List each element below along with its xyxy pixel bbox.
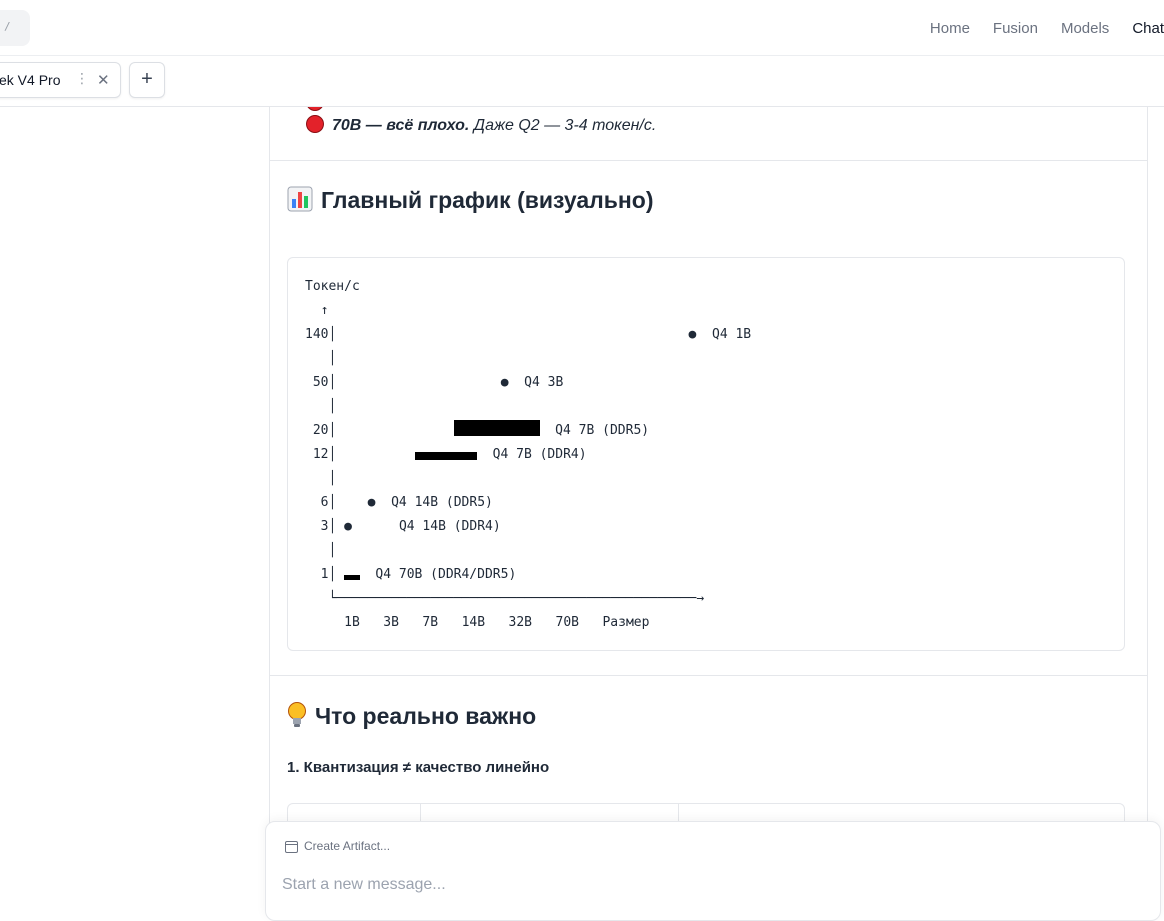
x-tick-label: 70B (555, 615, 579, 630)
chart-row: 12│ Q4 7B (DDR4) (305, 443, 751, 467)
create-artifact-button[interactable]: Create Artifact... (285, 839, 390, 853)
tab-close-icon[interactable]: ✕ (97, 71, 110, 89)
red-circle-icon (306, 115, 324, 133)
top-nav: Home Fusion Models Chat (907, 0, 1164, 56)
subheading-quantization: 1. Квантизация ≠ качество линейно (287, 759, 550, 776)
data-label: Q4 14B (DDR5) (391, 495, 493, 510)
list-item-70b: 70B — всё плохо. Даже Q2 — 3-4 токен/с. (306, 115, 656, 135)
divider (270, 160, 1147, 161)
nav-chat-link[interactable]: Chat (1132, 20, 1164, 37)
data-label: Q4 7B (DDR5) (555, 423, 650, 438)
bar-chart-icon (287, 186, 313, 212)
message-input[interactable] (282, 876, 1122, 894)
code-block: Токен/с ↑ 140│ ● Q4 1B │ 50│ ● Q4 3B │ 20… (287, 257, 1125, 651)
chart-row: 3│ ● Q4 14B (DDR4) (305, 515, 751, 539)
tab-chat[interactable]: ek V4 Pro ⋮ ✕ (0, 62, 121, 98)
data-label: Q4 1B (712, 327, 752, 342)
artifact-icon (285, 841, 298, 853)
y-axis-arrow: ↑ (305, 303, 329, 318)
y-tick-label: 20│ (305, 423, 337, 438)
y-axis-line: │ (305, 543, 337, 558)
x-tick-label: Размер (602, 615, 650, 630)
y-axis-line: │ (305, 399, 337, 414)
chart-row: 140│ ● Q4 1B (305, 323, 751, 347)
data-bar (344, 575, 360, 580)
data-label: Q4 3B (524, 375, 564, 390)
tab-menu-icon[interactable]: ⋮ (75, 70, 89, 87)
chart-row: 50│ ● Q4 3B (305, 371, 751, 395)
data-point: ● (367, 495, 376, 510)
verdict-detail: Даже Q2 — 3-4 токен/с. (469, 117, 657, 134)
divider (270, 675, 1147, 676)
data-bar (453, 420, 540, 436)
y-tick-label: 3│ (305, 519, 337, 534)
data-point: ● (500, 375, 509, 390)
chat-message-panel: 70B — всё плохо. Даже Q2 — 3-4 токен/с. … (269, 107, 1148, 902)
shortcut-key-label: / (4, 20, 11, 33)
nav-home-link[interactable]: Home (930, 20, 970, 37)
y-tick-label: 6│ (305, 495, 337, 510)
message-composer: Create Artifact... (265, 821, 1161, 921)
data-label: Q4 7B (DDR4) (492, 447, 587, 462)
tab-label: ek V4 Pro (0, 72, 61, 88)
x-tick-label: 1B (344, 615, 360, 630)
y-tick-label: 140│ (305, 327, 337, 342)
ascii-chart: Токен/с ↑ 140│ ● Q4 1B │ 50│ ● Q4 3B │ 20… (305, 275, 751, 635)
lightbulb-icon (288, 702, 306, 727)
bold-verdict: 70B — всё плохо. (332, 117, 470, 134)
section-heading-important: Что реально важно (287, 701, 536, 730)
x-tick-label: 32B (508, 615, 533, 630)
top-bar: / Home Fusion Models Chat (0, 0, 1164, 56)
y-axis-title: Токен/с (305, 279, 360, 294)
nav-fusion-link[interactable]: Fusion (993, 20, 1038, 37)
section-heading-chart: Главный график (визуально) (287, 186, 654, 214)
chart-row: 6│ ● Q4 14B (DDR5) (305, 491, 751, 515)
y-tick-label: 1│ (305, 567, 337, 582)
partial-list-line (306, 107, 332, 113)
add-tab-button[interactable]: + (129, 62, 165, 98)
chart-row: 1│ Q4 70B (DDR4/DDR5) (305, 563, 751, 587)
y-axis-line: │ (305, 351, 337, 366)
data-point: ● (688, 327, 697, 342)
search-shortcut-button[interactable]: / (0, 10, 30, 46)
red-circle-icon (306, 107, 324, 111)
y-axis-line: │ (305, 471, 337, 486)
nav-models-link[interactable]: Models (1061, 20, 1109, 37)
data-label: Q4 14B (DDR4) (398, 519, 501, 534)
data-label: Q4 70B (DDR4/DDR5) (375, 567, 517, 582)
x-axis-labels: 1B 3B 7B 14B 32B 70B Размер (305, 611, 751, 635)
x-tick-label: 7B (422, 615, 439, 630)
chart-row: 20│ Q4 7B (DDR5) (305, 419, 751, 443)
x-tick-label: 14B (461, 615, 486, 630)
data-bar (414, 452, 477, 460)
x-tick-label: 3B (383, 615, 399, 630)
x-axis-line: └───────────────────────────────────────… (305, 591, 705, 606)
y-tick-label: 12│ (305, 447, 337, 462)
y-tick-label: 50│ (305, 375, 337, 390)
tab-bar: ek V4 Pro ⋮ ✕ + (0, 56, 1164, 107)
data-point: ● (344, 519, 352, 534)
